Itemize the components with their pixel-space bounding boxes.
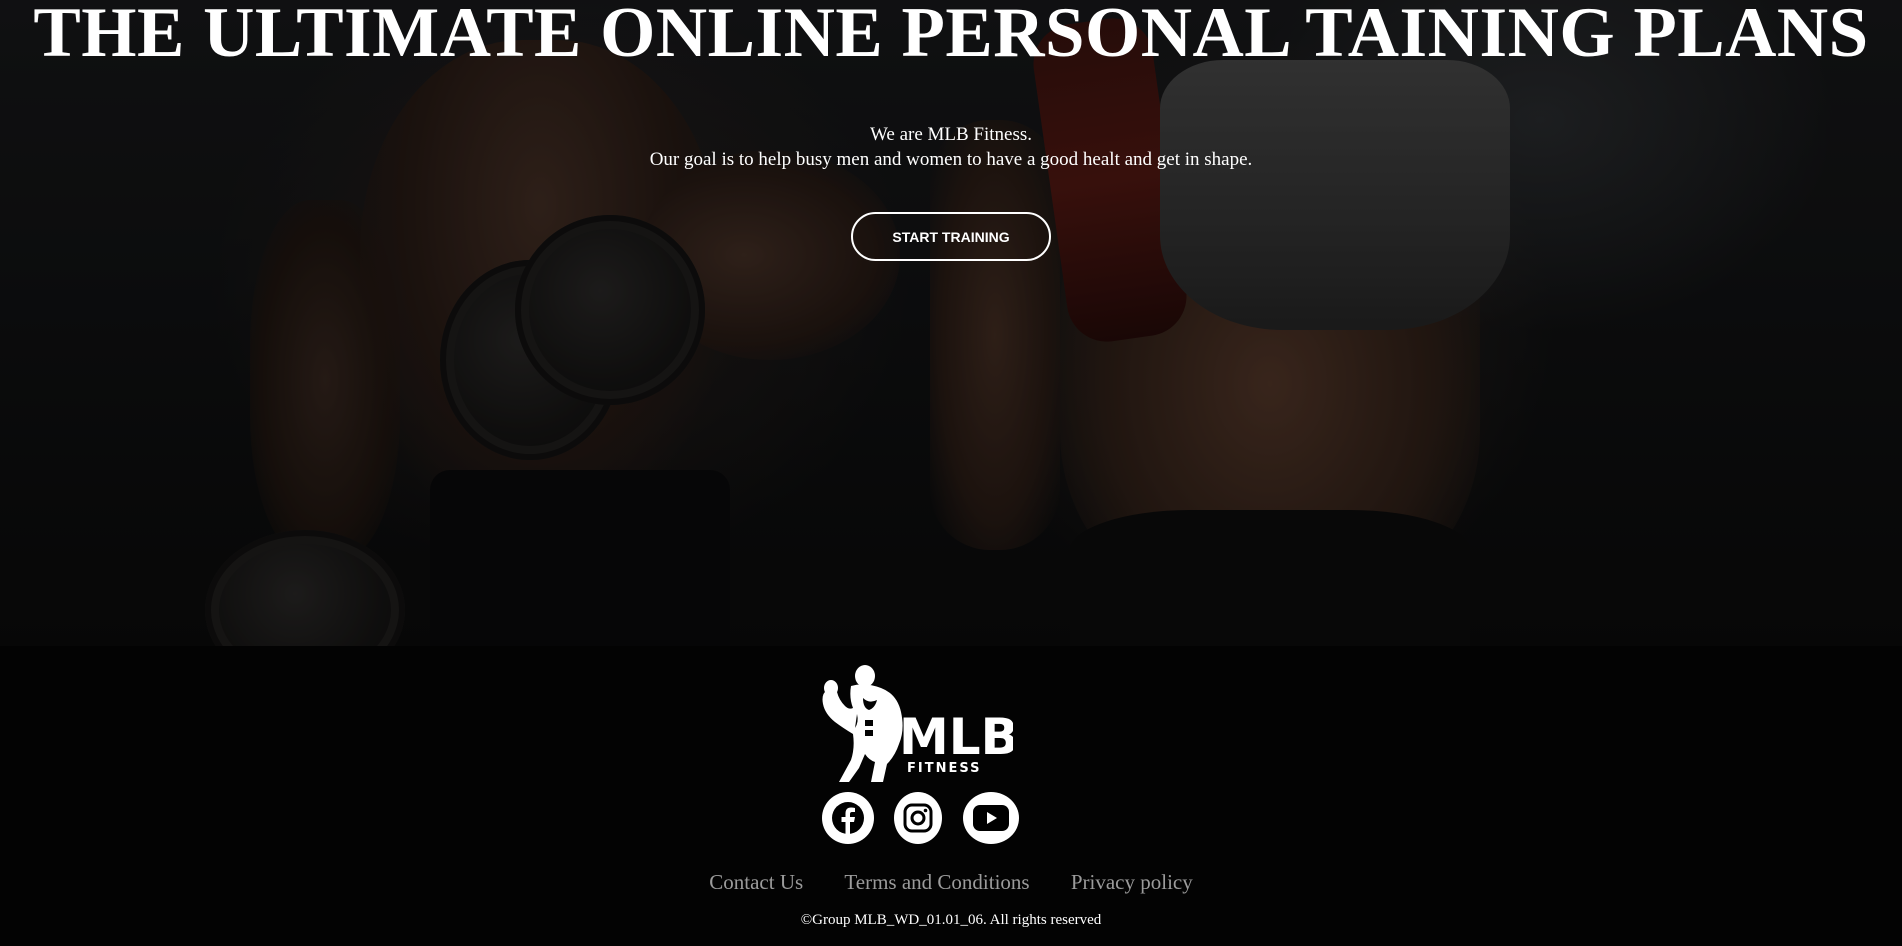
terms-link[interactable]: Terms and Conditions [844,870,1029,894]
facebook-icon [832,802,864,835]
social-links [822,792,1022,844]
contact-us-link[interactable]: Contact Us [709,870,803,894]
hero-overlay [0,0,1902,646]
hero-section: THE ULTIMATE ONLINE PERSONAL TAINING PLA… [0,0,1902,646]
logo-main-text: MLB [899,708,1013,766]
start-training-button[interactable]: START TRAINING [851,212,1051,261]
instagram-icon [903,803,933,833]
hero-title: THE ULTIMATE ONLINE PERSONAL TAINING PLA… [33,0,1869,72]
copyright-text: ©Group MLB_WD_01.01_06. All rights reser… [800,912,1102,928]
youtube-icon [973,805,1009,831]
youtube-link[interactable] [963,792,1019,844]
instagram-link[interactable] [894,792,942,844]
bodybuilder-icon: MLB FITNESS [822,665,1019,782]
footer-links: Contact Us Terms and Conditions Privacy … [0,868,1902,896]
footer: MLB FITNESS Contact Us Terms and Conditi… [0,646,1902,946]
mlb-fitness-logo[interactable]: MLB FITNESS [813,664,1019,784]
hero-intro-line: Our goal is to help busy men and women t… [649,149,1253,170]
facebook-link[interactable] [822,792,874,844]
logo-sub-text: FITNESS [907,761,982,776]
hero-intro: We are MLB Fitness. Our goal is to help … [0,122,1902,172]
hero-intro-line: We are MLB Fitness. [869,124,1033,145]
privacy-policy-link[interactable]: Privacy policy [1071,870,1193,894]
